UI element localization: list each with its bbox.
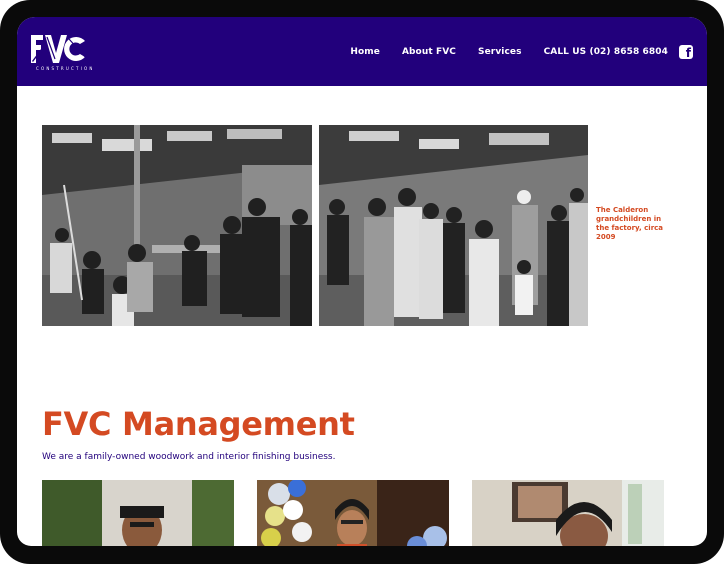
nav-about[interactable]: About FVC <box>402 47 456 57</box>
fvc-logo[interactable]: CONSTRUCTION <box>29 33 107 73</box>
gallery-photo-2 <box>319 125 588 326</box>
nav-services[interactable]: Services <box>478 47 522 57</box>
screen: CONSTRUCTION Home About FVC Services CAL… <box>17 17 707 546</box>
management-photo-1 <box>42 480 234 546</box>
site-header: CONSTRUCTION Home About FVC Services CAL… <box>17 17 707 86</box>
logo-subtitle: CONSTRUCTION <box>36 66 95 71</box>
device-frame: CONSTRUCTION Home About FVC Services CAL… <box>0 0 724 564</box>
main-nav: Home About FVC Services CALL US (02) 865… <box>350 43 693 61</box>
gallery-caption: The Calderon grandchildren in the factor… <box>596 206 664 241</box>
logo-mark-icon <box>31 35 88 63</box>
management-photo-3 <box>472 480 664 546</box>
management-subtitle: We are a family-owned woodwork and inter… <box>42 452 336 462</box>
nav-call-us[interactable]: CALL US (02) 8658 6804 <box>544 47 668 57</box>
gallery-photo-1 <box>42 125 312 326</box>
management-title: FVC Management <box>42 405 355 443</box>
nav-home[interactable]: Home <box>350 47 380 57</box>
management-photo-2 <box>257 480 449 546</box>
facebook-icon[interactable]: f <box>679 45 693 60</box>
